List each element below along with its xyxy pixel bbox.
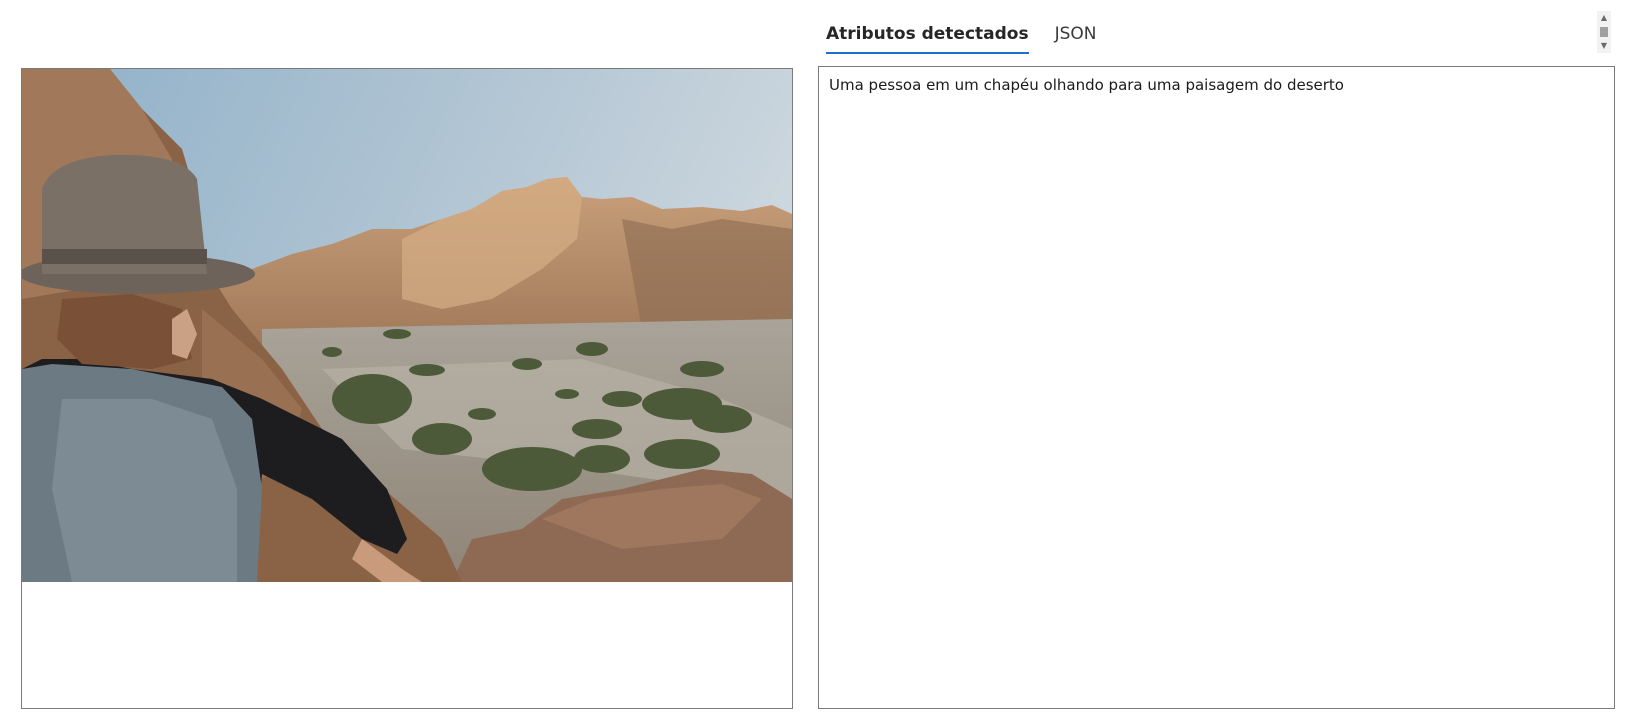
desert-photo bbox=[22, 69, 792, 582]
scroll-thumb[interactable] bbox=[1600, 27, 1608, 37]
scrollbar[interactable]: ▲ ▼ bbox=[1597, 11, 1611, 53]
scroll-down-arrow-icon[interactable]: ▼ bbox=[1597, 41, 1611, 51]
result-tabs: Atributos detectados JSON bbox=[826, 18, 1097, 54]
image-preview bbox=[21, 68, 793, 709]
app-root: Atributos detectados JSON ▲ ▼ Uma pessoa… bbox=[0, 0, 1631, 723]
tab-detected-attributes[interactable]: Atributos detectados bbox=[826, 18, 1029, 54]
tab-json[interactable]: JSON bbox=[1055, 18, 1097, 54]
result-panel: Uma pessoa em um chapéu olhando para uma… bbox=[818, 66, 1615, 709]
scroll-up-arrow-icon[interactable]: ▲ bbox=[1597, 13, 1611, 23]
image-caption: Uma pessoa em um chapéu olhando para uma… bbox=[829, 76, 1344, 94]
